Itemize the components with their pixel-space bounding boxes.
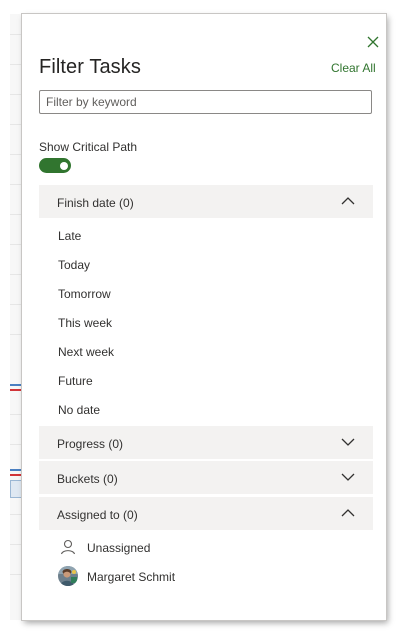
critical-path-label: Show Critical Path — [39, 140, 138, 154]
critical-path-toggle[interactable] — [39, 158, 71, 173]
panel-title: Filter Tasks — [39, 56, 141, 78]
section-header-progress[interactable]: Progress (0) — [39, 426, 373, 459]
section-label-assigned-to: Assigned to (0) — [57, 508, 138, 522]
section-header-buckets[interactable]: Buckets (0) — [39, 461, 373, 494]
close-icon[interactable] — [367, 36, 379, 48]
avatar — [58, 566, 78, 586]
assignee-name-margaret-schmit: Margaret Schmit — [87, 570, 176, 584]
finish-date-option-no-date[interactable]: No date — [58, 403, 100, 417]
screenshot-frame: Filter Tasks Clear All Show Critical Pat… — [0, 0, 400, 635]
finish-date-option-this-week[interactable]: This week — [58, 316, 112, 330]
chevron-down-icon — [341, 473, 355, 481]
chevron-down-icon — [341, 438, 355, 446]
filter-tasks-panel: Filter Tasks Clear All Show Critical Pat… — [22, 14, 386, 620]
finish-date-option-next-week[interactable]: Next week — [58, 345, 114, 359]
chevron-up-icon — [341, 197, 355, 205]
clear-all-link[interactable]: Clear All — [331, 61, 376, 75]
assignee-name-unassigned: Unassigned — [87, 541, 151, 555]
background-app-strip — [10, 14, 22, 620]
chevron-up-icon — [341, 509, 355, 517]
section-label-progress: Progress (0) — [57, 437, 124, 451]
finish-date-option-tomorrow[interactable]: Tomorrow — [58, 287, 111, 301]
section-label-buckets: Buckets (0) — [57, 472, 118, 486]
person-icon — [60, 539, 76, 555]
finish-date-option-future[interactable]: Future — [58, 374, 93, 388]
finish-date-option-today[interactable]: Today — [58, 258, 90, 272]
section-label-finish-date: Finish date (0) — [57, 196, 134, 210]
toggle-knob — [60, 161, 68, 170]
keyword-filter-input[interactable] — [39, 90, 372, 114]
finish-date-option-late[interactable]: Late — [58, 229, 81, 243]
section-header-assigned-to[interactable]: Assigned to (0) — [39, 497, 373, 530]
section-header-finish-date[interactable]: Finish date (0) — [39, 185, 373, 218]
